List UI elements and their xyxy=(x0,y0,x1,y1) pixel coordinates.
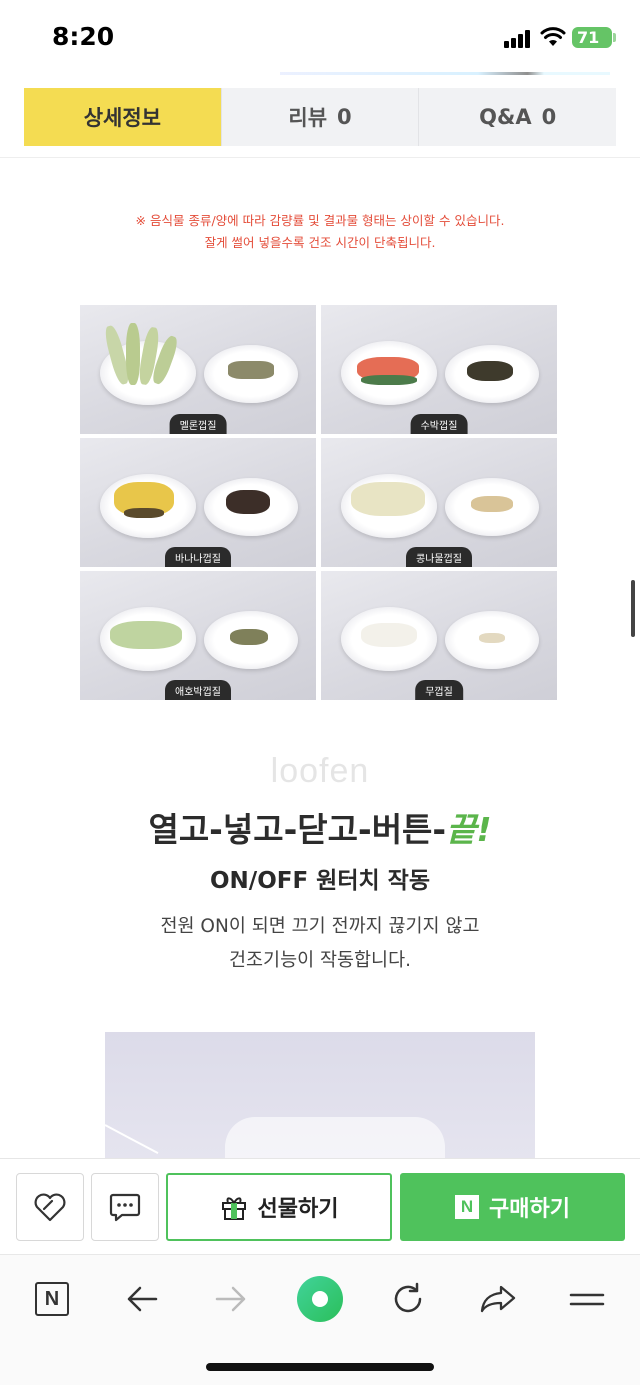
headline: 열고-넣고-닫고-버튼-끝! xyxy=(0,803,640,851)
arrow-left-icon xyxy=(127,1286,158,1312)
description: 전원 ON이 되면 끄기 전까지 끊기지 않고 건조기능이 작동합니다. xyxy=(0,910,640,978)
tab-qna-label: Q&A xyxy=(479,105,532,129)
buy-button[interactable]: N 구매하기 xyxy=(400,1173,625,1241)
tab-details-label: 상세정보 xyxy=(83,106,161,130)
gift-icon xyxy=(221,1197,246,1220)
drying-results-grid: 멜론껍질 수박껍질 바나나껍질 콩나물껍질 애호박껍질 무껍질 xyxy=(80,305,557,701)
battery-tip xyxy=(613,33,616,42)
arrow-right-icon xyxy=(215,1286,246,1312)
photo-beansprout: 콩나물껍질 xyxy=(321,438,557,567)
photo-radish: 무껍질 xyxy=(321,571,557,700)
subheadline: ON/OFF 원터치 작동 xyxy=(210,868,430,894)
brand-logo: loofen xyxy=(270,752,370,790)
share-icon xyxy=(480,1285,516,1313)
green-dot-button[interactable] xyxy=(296,1275,344,1323)
status-bar: 8:20 71 xyxy=(0,0,640,76)
reload-button[interactable] xyxy=(384,1275,432,1323)
tabs-divider xyxy=(0,157,640,158)
forward-button[interactable] xyxy=(207,1275,255,1323)
tab-reviews-label: 리뷰 xyxy=(288,106,328,130)
label-beansprout: 콩나물껍질 xyxy=(406,547,472,567)
gift-button[interactable]: 선물하기 xyxy=(166,1173,392,1241)
headline-main: 열고-넣고-닫고-버튼- xyxy=(148,810,447,849)
battery-level: 71 xyxy=(577,28,600,47)
heart-icon xyxy=(34,1193,66,1222)
green-dot-icon xyxy=(297,1276,343,1322)
buy-button-label: 구매하기 xyxy=(489,1197,570,1222)
home-indicator xyxy=(206,1363,434,1371)
label-watermelon: 수박껍질 xyxy=(410,414,468,434)
signal-icon xyxy=(504,30,534,48)
tab-reviews[interactable]: 리뷰 0 xyxy=(220,88,419,146)
menu-icon xyxy=(569,1293,605,1306)
status-time: 8:20 xyxy=(52,22,115,51)
naverpay-icon: N xyxy=(455,1195,480,1219)
refresh-icon xyxy=(394,1282,422,1313)
wifi-icon xyxy=(540,27,566,46)
description-line-2: 건조기능이 작동합니다. xyxy=(229,950,411,971)
headline-accent: 끝! xyxy=(446,810,492,849)
tab-qna[interactable]: Q&A 0 xyxy=(418,88,617,146)
purchase-action-bar: 선물하기 N 구매하기 xyxy=(0,1158,640,1254)
gift-button-label: 선물하기 xyxy=(257,1197,339,1222)
tab-details[interactable]: 상세정보 xyxy=(24,88,221,146)
chat-icon xyxy=(109,1193,141,1222)
description-line-1: 전원 ON이 되면 끄기 전까지 끊기지 않고 xyxy=(160,916,480,937)
naver-logo-icon: N xyxy=(35,1282,69,1316)
photo-melon: 멜론껍질 xyxy=(80,305,316,434)
previous-image-edge xyxy=(280,72,610,75)
product-tabs: 상세정보 리뷰 0 Q&A 0 xyxy=(24,88,617,146)
battery-indicator: 71 xyxy=(572,27,612,48)
notice-text: ※ 음식물 종류/양에 따라 감량률 및 결과물 형태는 상이할 수 있습니다.… xyxy=(0,210,640,254)
share-button[interactable] xyxy=(474,1275,522,1323)
menu-button[interactable] xyxy=(563,1275,611,1323)
label-radish: 무껍질 xyxy=(415,680,463,700)
photo-banana: 바나나껍질 xyxy=(80,438,316,567)
inquiry-button[interactable] xyxy=(91,1173,159,1241)
back-button[interactable] xyxy=(118,1275,166,1323)
naver-logo-text: N xyxy=(44,1287,60,1310)
tab-reviews-count: 0 xyxy=(337,105,352,129)
label-melon: 멜론껍질 xyxy=(169,414,227,434)
wishlist-button[interactable] xyxy=(16,1173,84,1241)
naver-home-button[interactable]: N xyxy=(28,1275,76,1323)
notice-line-2: 잘게 썰어 넣을수록 건조 시간이 단축됩니다. xyxy=(204,235,436,250)
product-image xyxy=(105,1032,535,1158)
scrollbar-thumb[interactable] xyxy=(631,580,635,637)
label-zucchini: 애호박껍질 xyxy=(165,680,231,700)
photo-zucchini: 애호박껍질 xyxy=(80,571,316,700)
notice-line-1: ※ 음식물 종류/양에 따라 감량률 및 결과물 형태는 상이할 수 있습니다. xyxy=(135,213,505,228)
label-banana: 바나나껍질 xyxy=(165,547,231,567)
photo-watermelon: 수박껍질 xyxy=(321,305,557,434)
tab-qna-count: 0 xyxy=(541,105,557,129)
